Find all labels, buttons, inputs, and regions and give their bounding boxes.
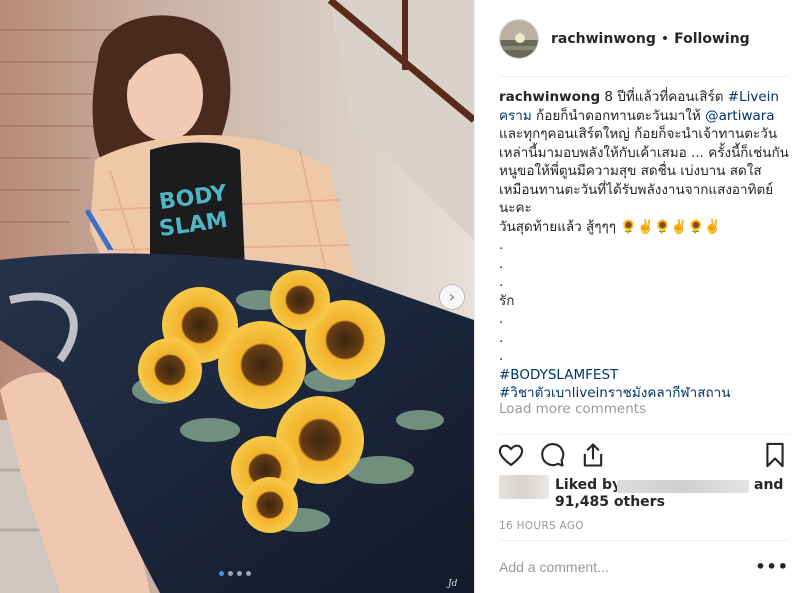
post-image: BODY SLAM Jd (0, 0, 474, 593)
caption-dot: . (499, 237, 504, 253)
svg-text:Jd: Jd (446, 579, 458, 589)
avatar[interactable] (499, 19, 539, 59)
header-separator: • (660, 31, 670, 47)
comment-icon (541, 443, 565, 467)
carousel-dot (246, 571, 251, 576)
blurred-liker-name (617, 480, 749, 493)
caption-line: วันสุดท้ายแล้ว สู้ๆๆๆ 🌻✌️🌻✌️🌻✌️ (499, 218, 722, 235)
comment-box: ••• (499, 552, 789, 582)
caption-dot: . (499, 274, 504, 290)
hashtag-link[interactable]: #วิชาตัวเบาliveinราชมังคลากีฬาสถาน (499, 385, 730, 401)
caption-text: 8 ปีที่แล้วที่คอนเสิร์ต (600, 89, 728, 105)
carousel-dot (228, 571, 233, 576)
carousel-next-button[interactable]: › (439, 284, 465, 310)
header-username[interactable]: rachwinwong (551, 31, 656, 47)
likes-count-link[interactable]: 91,485 others (555, 494, 665, 510)
caption-username[interactable]: rachwinwong (499, 89, 600, 105)
post-actions (497, 441, 791, 471)
actions-divider (499, 434, 789, 435)
post-photo[interactable]: BODY SLAM Jd › (0, 0, 474, 593)
follow-button[interactable]: Following (674, 31, 750, 47)
like-button[interactable] (497, 441, 525, 469)
caption-dot: . (499, 311, 504, 327)
caption-dot: . (499, 255, 504, 272)
chevron-right-icon: › (448, 287, 456, 306)
mention-link[interactable]: @artiwara (705, 108, 775, 124)
post-header: rachwinwong • Following (499, 18, 789, 60)
post-timestamp[interactable]: 16 HOURS AGO (499, 520, 584, 532)
caption-line: รัก (499, 292, 515, 309)
liked-by-label: Liked by (555, 477, 622, 493)
share-icon (583, 443, 603, 467)
and-label: and (754, 477, 784, 493)
likes-summary: Liked by and 91,485 others (499, 473, 789, 513)
more-options-icon[interactable]: ••• (755, 559, 789, 575)
caption-dot: . (499, 348, 504, 364)
comment-preview-cut (499, 427, 789, 433)
bookmark-icon (766, 442, 784, 468)
share-button[interactable] (579, 441, 607, 469)
comment-button[interactable] (538, 441, 566, 469)
post-side-panel: rachwinwong • Following rachwinwong 8 ปี… (474, 0, 800, 593)
caption-text: ก้อยก็นำดอกทานตะวันมาให้ (531, 107, 706, 124)
avatar-image (500, 20, 538, 58)
post-caption: rachwinwong 8 ปีที่แล้วที่คอนเสิร์ต #Liv… (499, 88, 789, 403)
comment-divider (499, 540, 789, 541)
carousel-dot (237, 571, 242, 576)
hashtag-link[interactable]: #BODYSLAMFEST (499, 367, 618, 383)
caption-text: และทุกๆคอนเสิร์ตใหญ่ ก้อยก็จะนำเจ้าทานตะ… (499, 126, 789, 216)
caption-dot: . (499, 329, 504, 346)
heart-icon (498, 444, 524, 466)
load-more-comments-button[interactable]: Load more comments (499, 401, 646, 417)
carousel-indicator (219, 571, 251, 576)
header-divider (499, 76, 789, 77)
save-button[interactable] (761, 441, 789, 469)
carousel-dot (219, 571, 224, 576)
liker-avatars (499, 475, 549, 499)
comment-input[interactable] (499, 559, 739, 575)
